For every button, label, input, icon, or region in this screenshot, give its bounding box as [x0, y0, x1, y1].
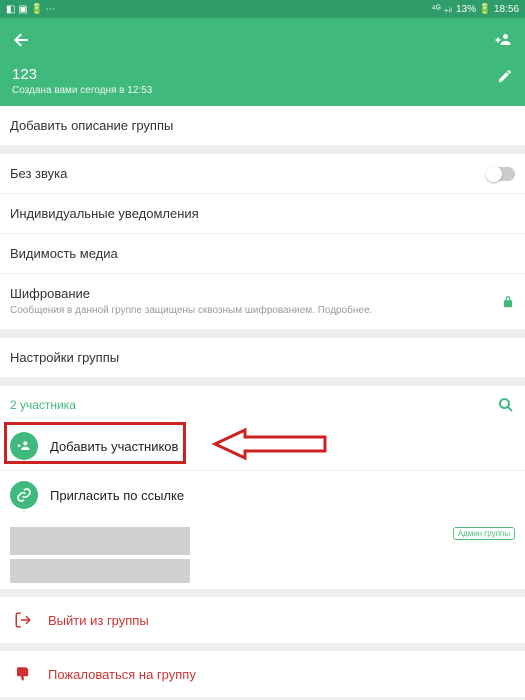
group-settings-label: Настройки группы [10, 350, 515, 365]
search-icon[interactable] [497, 396, 515, 414]
add-description-label: Добавить описание группы [10, 118, 515, 133]
member-row[interactable]: Админ группы [0, 519, 525, 589]
exit-group-row[interactable]: Выйти из группы [0, 597, 525, 643]
back-icon[interactable] [12, 30, 32, 50]
add-description-row[interactable]: Добавить описание группы [0, 106, 525, 146]
group-title: 123 [12, 66, 513, 83]
individual-notifications-label: Индивидуальные уведомления [10, 206, 515, 221]
report-group-row[interactable]: Пожаловаться на группу [0, 651, 525, 697]
signal-icon: ⁴ᴳ ₊ᵢₗ [431, 4, 452, 15]
status-bar: ◧ ▣ 🔋 ⋯ ⁴ᴳ ₊ᵢₗ 13% 🔋 18:56 [0, 0, 525, 18]
lock-icon [501, 295, 515, 309]
app-header: 123 Создана вами сегодня в 12:53 [0, 18, 525, 106]
invite-link-label: Пригласить по ссылке [50, 488, 184, 503]
media-visibility-row[interactable]: Видимость медиа [0, 234, 525, 274]
encryption-sub: Сообщения в данной группе защищены сквоз… [10, 304, 501, 317]
link-circle-icon [10, 481, 38, 509]
edit-icon[interactable] [497, 68, 513, 84]
participants-header: 2 участника [0, 386, 525, 422]
mute-toggle[interactable] [487, 167, 515, 181]
mute-row[interactable]: Без звука [0, 154, 525, 194]
group-settings-row[interactable]: Настройки группы [0, 338, 525, 378]
member-avatar-placeholder [10, 527, 190, 555]
thumbs-down-icon [14, 665, 32, 683]
arrow-annotation [210, 426, 330, 462]
exit-icon [14, 611, 32, 629]
status-left-icons: ◧ ▣ 🔋 ⋯ [6, 4, 56, 15]
participants-count: 2 участника [10, 398, 76, 412]
individual-notifications-row[interactable]: Индивидуальные уведомления [0, 194, 525, 234]
invite-link-row[interactable]: Пригласить по ссылке [0, 470, 525, 519]
admin-badge: Админ группы [453, 527, 515, 540]
exit-group-label: Выйти из группы [48, 613, 149, 628]
add-person-icon[interactable] [493, 30, 513, 50]
mute-label: Без звука [10, 166, 67, 181]
battery-time: 13% 🔋 18:56 [456, 4, 519, 15]
status-right: ⁴ᴳ ₊ᵢₗ 13% 🔋 18:56 [431, 4, 519, 15]
member-name-placeholder [10, 559, 190, 583]
group-subtitle: Создана вами сегодня в 12:53 [12, 85, 513, 96]
add-person-circle-icon [10, 432, 38, 460]
encryption-title: Шифрование [10, 286, 501, 301]
media-visibility-label: Видимость медиа [10, 246, 515, 261]
report-group-label: Пожаловаться на группу [48, 667, 196, 682]
add-participants-label: Добавить участников [50, 439, 178, 454]
encryption-row[interactable]: Шифрование Сообщения в данной группе защ… [0, 274, 525, 330]
